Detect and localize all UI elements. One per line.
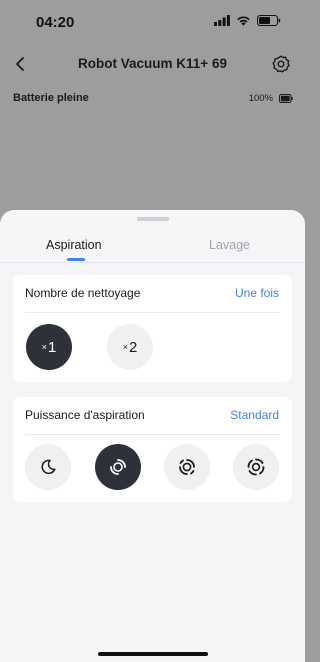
nav-bar: Robot Vacuum K11+ 69 — [0, 48, 305, 80]
times-prefix: × — [122, 342, 128, 352]
active-tab-indicator — [67, 258, 85, 261]
suction-standard-button[interactable] — [95, 444, 141, 490]
wifi-icon — [237, 16, 250, 26]
cleaning-count-option-1[interactable]: × 1 — [26, 324, 72, 370]
tab-aspiration[interactable]: Aspiration — [46, 238, 102, 252]
suction-power-title: Puissance d'aspiration — [25, 408, 145, 422]
moon-icon — [41, 459, 56, 475]
card-divider — [25, 434, 280, 435]
option-label: 2 — [128, 338, 138, 356]
battery-label: Batterie pleine — [13, 92, 89, 104]
status-time: 04:20 — [36, 14, 75, 31]
option-label: 1 — [47, 338, 57, 356]
cleaning-count-title: Nombre de nettoyage — [25, 286, 141, 300]
suction-strong-button[interactable] — [164, 444, 210, 490]
cleaning-count-option-2[interactable]: × 2 — [107, 324, 153, 370]
card-divider — [25, 312, 280, 313]
signal-icon — [214, 15, 230, 26]
tab-divider — [0, 262, 305, 263]
battery-level-icon — [279, 94, 293, 103]
cleaning-count-card: Nombre de nettoyage Une fois × 1 × 2 — [13, 275, 292, 382]
cleaning-count-value[interactable]: Une fois — [235, 286, 279, 300]
suction-quiet-button[interactable] — [25, 444, 71, 490]
suction-max-button[interactable] — [233, 444, 279, 490]
page-title: Robot Vacuum K11+ 69 — [78, 56, 227, 71]
battery-row: Batterie pleine 100% — [13, 92, 293, 106]
times-prefix: × — [41, 342, 47, 352]
battery-icon — [257, 15, 281, 26]
home-indicator[interactable] — [98, 652, 208, 656]
suction-power-card: Puissance d'aspiration Standard — [13, 397, 292, 502]
swirl-strong-icon — [179, 459, 195, 475]
suction-power-value[interactable]: Standard — [230, 408, 279, 422]
status-icons — [214, 15, 281, 26]
swirl-standard-icon — [110, 459, 126, 475]
tab-lavage[interactable]: Lavage — [209, 238, 250, 252]
gear-icon — [272, 55, 290, 73]
swirl-max-icon — [247, 458, 265, 476]
tab-bar: Aspiration Lavage — [0, 210, 305, 263]
status-bar: 04:20 — [0, 0, 305, 44]
settings-button[interactable] — [269, 52, 293, 76]
battery-percent: 100% — [248, 93, 273, 104]
